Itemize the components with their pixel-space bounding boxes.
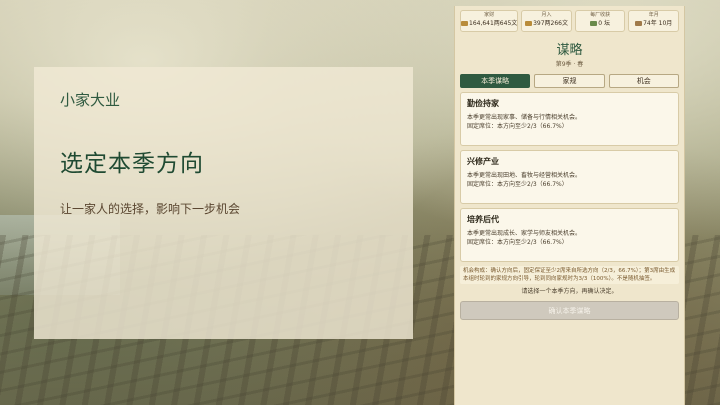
option-card-offspring[interactable]: 培养后代 本季更常出现成长、家学与师友相关机会。 固定席位：本方向至少2/3（6… (460, 208, 679, 262)
stat-income: 月入 397两266文 (521, 10, 572, 32)
selection-prompt: 请选择一个本季方向，再确认决定。 (521, 288, 618, 295)
tab-opportunities[interactable]: 机会 (608, 74, 679, 88)
intro-card: 小家大业 选定本季方向 让一家人的选择，影响下一步机会 (34, 67, 413, 339)
option-desc: 本季更常出现家事、储备与行情相关机会。 (467, 114, 582, 121)
panel-tabs: 本季谋略 家规 机会 (460, 74, 679, 88)
coin-icon (461, 21, 468, 26)
option-card-industry[interactable]: 兴修产业 本季更常出现田地、畜牧与经营相关机会。 固定席位：本方向至少2/3（6… (460, 150, 679, 204)
tab-season-strategy[interactable]: 本季谋略 (460, 74, 531, 88)
tab-family-rules[interactable]: 家规 (534, 74, 605, 88)
option-fixed: 固定席位：本方向至少2/3（66.7%） (467, 123, 568, 130)
opportunity-note: 机会构成：确认方向后，固定保证至少2席来自所选方向（2/3，66.7%）；第3席… (460, 266, 679, 284)
season-label: 第9季 · 春 (555, 61, 584, 68)
option-title: 兴修产业 (467, 157, 499, 166)
option-title: 勤俭持家 (467, 99, 499, 108)
option-card-frugal[interactable]: 勤俭持家 本季更常出现家事、储备与行情相关机会。 固定席位：本方向至少2/3（6… (460, 92, 679, 146)
intro-kicker: 小家大业 (60, 91, 121, 109)
strategy-panel: 家财 164,641两645文 月入 397两266文 每厂收获 0 坛 年月 … (454, 6, 685, 405)
jar-icon (590, 21, 598, 26)
option-fixed: 固定席位：本方向至少2/3（66.7%） (467, 181, 568, 188)
stat-harvest: 每厂收获 0 坛 (574, 10, 626, 32)
confirm-strategy-button[interactable]: 确认本季谋略 (460, 301, 679, 320)
option-desc: 本季更常出现成长、家学与师友相关机会。 (467, 230, 582, 237)
intro-title: 选定本季方向 (60, 151, 204, 177)
option-desc: 本季更常出现田地、畜牧与经营相关机会。 (467, 172, 582, 179)
intro-subtitle: 让一家人的选择，影响下一步机会 (60, 202, 241, 216)
stats-bar: 家财 164,641两645文 月入 397两266文 每厂收获 0 坛 年月 … (460, 10, 679, 32)
calendar-icon (635, 21, 643, 26)
option-fixed: 固定席位：本方向至少2/3（66.7%） (467, 239, 568, 246)
option-title: 培养后代 (467, 215, 499, 224)
stat-date: 年月 74年 10月 (628, 10, 679, 32)
coin-icon (525, 21, 533, 26)
panel-heading: 谋略 (556, 43, 583, 58)
stat-wealth: 家财 164,641两645文 (460, 10, 519, 32)
